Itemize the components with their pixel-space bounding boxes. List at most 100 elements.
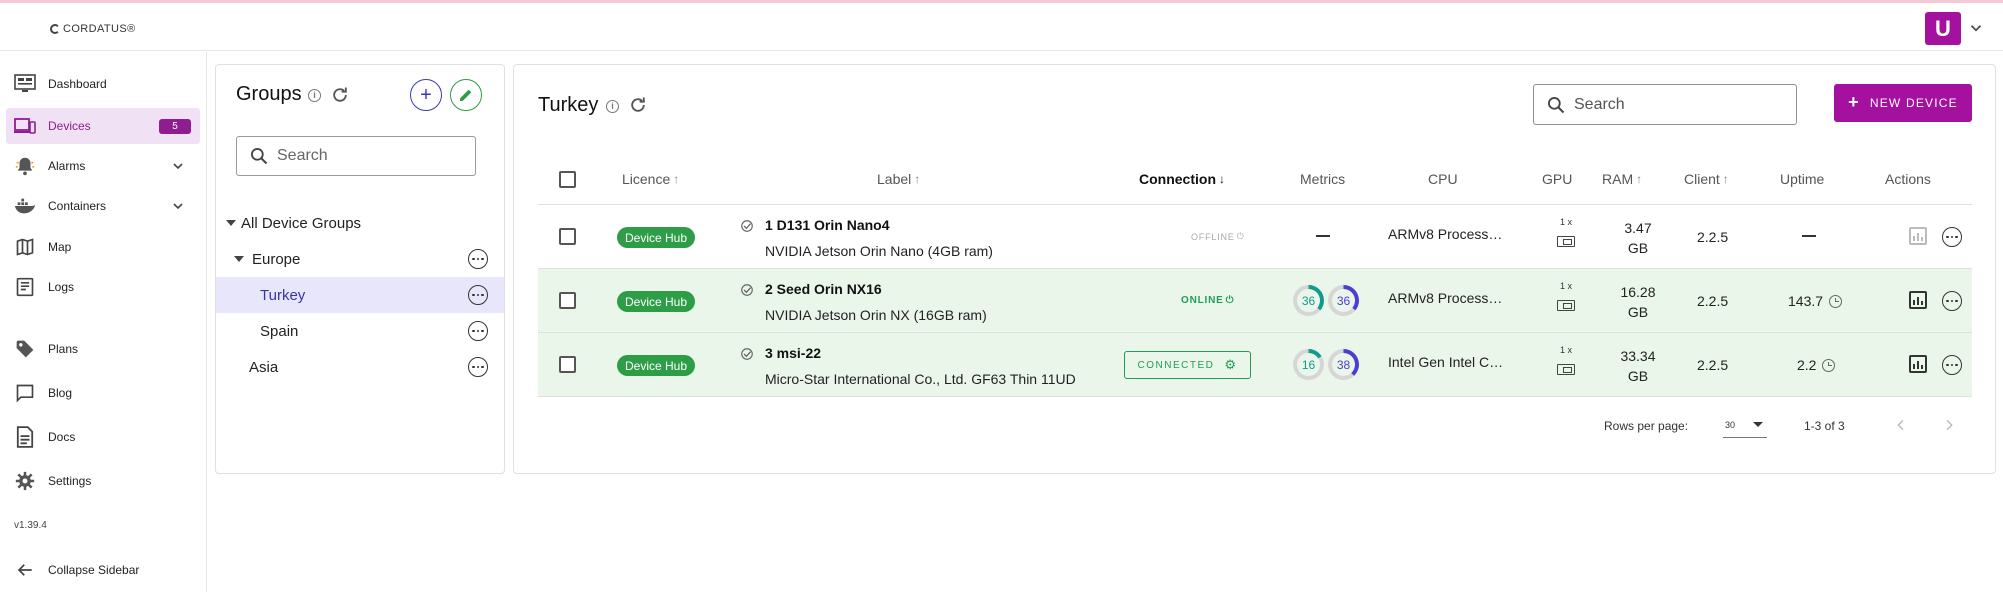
tree-item-spain[interactable]: Spain — [216, 313, 504, 349]
ram-value: 33.34 GB — [1608, 346, 1668, 386]
device-model: Micro-Star International Co., Ltd. GF63 … — [765, 371, 1076, 387]
brand-logo[interactable]: CORDATUS® — [50, 23, 136, 35]
column-header-licence[interactable]: Licence ↑ — [622, 171, 679, 187]
connection-status[interactable]: CONNECTED ⚙ — [1124, 351, 1251, 379]
bar-chart-icon[interactable] — [1909, 355, 1927, 373]
uptime-text: 143.7 — [1788, 293, 1824, 309]
row-checkbox[interactable] — [559, 356, 576, 373]
client-version: 2.2.5 — [1697, 357, 1729, 373]
sidebar-item-map[interactable]: Map — [6, 229, 200, 265]
more-options-icon[interactable] — [468, 285, 488, 305]
ram-unit: GB — [1627, 368, 1649, 384]
devices-count-badge: 5 — [159, 119, 191, 134]
collapse-sidebar-label: Collapse Sidebar — [48, 563, 140, 577]
tree-item-turkey[interactable]: Turkey — [216, 277, 504, 313]
more-options-icon[interactable] — [1942, 291, 1962, 311]
ram-usage-gauge[interactable]: 36 — [1328, 285, 1359, 316]
tree-item-label: Turkey — [260, 286, 306, 304]
plus-icon: + — [420, 83, 432, 106]
brand-name: CORDATUS® — [63, 23, 136, 35]
sidebar-item-label: Plans — [48, 342, 79, 356]
device-name[interactable]: 3 msi-22 — [765, 345, 821, 361]
tree-item-asia[interactable]: Asia — [216, 349, 504, 385]
collapse-sidebar-button[interactable]: Collapse Sidebar — [6, 552, 200, 588]
sidebar-item-label: Map — [48, 240, 72, 254]
edit-groups-button[interactable] — [450, 79, 482, 111]
column-header-ram[interactable]: RAM ↑ — [1602, 171, 1642, 187]
sidebar-item-label: Blog — [48, 386, 73, 400]
tree-item-all-device-groups[interactable]: All Device Groups — [216, 205, 504, 241]
new-device-button[interactable]: + NEW DEVICE — [1834, 84, 1972, 122]
more-options-icon[interactable] — [468, 321, 488, 341]
select-all-checkbox[interactable] — [559, 171, 576, 188]
power-icon: ⏻ — [1225, 295, 1235, 306]
tree-item-europe[interactable]: Europe — [216, 241, 504, 277]
more-options-icon[interactable] — [468, 357, 488, 377]
sidebar-item-label: Settings — [48, 474, 92, 488]
more-options-icon[interactable] — [468, 249, 488, 269]
rows-per-page-select[interactable]: 30 — [1723, 414, 1767, 438]
chevron-down-icon[interactable] — [170, 158, 186, 174]
power-icon: ⏻ — [1236, 231, 1245, 241]
more-options-icon[interactable] — [1942, 227, 1962, 247]
sidebar-item-docs[interactable]: Docs — [6, 419, 200, 455]
chevron-down-icon[interactable] — [170, 198, 186, 214]
connection-status: ONLINE ⏻ — [1181, 295, 1234, 306]
ram-unit: GB — [1627, 304, 1649, 320]
sidebar-item-devices[interactable]: Devices 5 — [6, 108, 200, 144]
sidebar-item-containers[interactable]: Containers — [6, 188, 200, 224]
groups-search-input[interactable]: Search — [236, 136, 476, 176]
refresh-icon[interactable] — [330, 85, 350, 105]
chevron-down-icon[interactable] — [1967, 19, 1985, 37]
sidebar-item-plans[interactable]: Plans — [6, 331, 200, 367]
dashboard-icon — [14, 73, 36, 95]
table-row[interactable]: Device Hub 1 D131 Orin Nano4 NVIDIA Jets… — [538, 205, 1972, 269]
column-header-connection[interactable]: Connection ↓ — [1139, 171, 1225, 187]
tree-item-label: All Device Groups — [241, 214, 362, 232]
clock-icon — [1822, 358, 1836, 372]
rows-per-page-label: Rows per page: — [1604, 419, 1689, 433]
gpu-info: 1 x — [1556, 281, 1576, 311]
column-header-actions: Actions — [1885, 171, 1931, 187]
sidebar-item-label: Logs — [48, 280, 75, 294]
row-checkbox[interactable] — [559, 228, 576, 245]
ram-usage-gauge[interactable]: 38 — [1328, 349, 1359, 380]
column-label: Metrics — [1300, 171, 1346, 187]
ram-amount: 33.34 — [1620, 348, 1656, 364]
add-group-button[interactable]: + — [410, 79, 442, 111]
cpu-value: ARMv8 Processor rev 1 (v8l) — [1388, 290, 1508, 306]
cpu-usage-gauge[interactable]: 16 — [1293, 349, 1324, 380]
sidebar-item-alarms[interactable]: Alarms — [6, 148, 200, 184]
bar-chart-icon[interactable] — [1909, 291, 1927, 309]
sidebar-item-settings[interactable]: Settings — [6, 463, 200, 499]
sidebar-item-logs[interactable]: Logs — [6, 269, 200, 305]
column-label: Uptime — [1780, 171, 1825, 187]
sidebar-item-dashboard[interactable]: Dashboard — [6, 66, 200, 102]
devices-search-input[interactable]: Search — [1533, 84, 1797, 125]
expand-arrow-icon[interactable] — [226, 220, 236, 226]
device-name[interactable]: 1 D131 Orin Nano4 — [765, 217, 890, 233]
device-name[interactable]: 2 Seed Orin NX16 — [765, 281, 882, 297]
user-avatar[interactable]: U — [1925, 12, 1961, 45]
gear-icon — [14, 470, 36, 492]
sidebar-item-blog[interactable]: Blog — [6, 375, 200, 411]
column-header-label[interactable]: Label ↑ — [877, 171, 920, 187]
cpu-value: Intel Gen Intel Core i7 — [1388, 354, 1508, 370]
expand-arrow-icon[interactable] — [234, 256, 244, 262]
cpu-usage-gauge[interactable]: 36 — [1293, 285, 1324, 316]
previous-page-icon[interactable] — [1893, 417, 1909, 433]
row-checkbox[interactable] — [559, 292, 576, 309]
uptime-value: 143.7 — [1788, 293, 1843, 309]
table-row[interactable]: Device Hub 2 Seed Orin NX16 NVIDIA Jetso… — [538, 269, 1972, 333]
info-icon[interactable]: i — [308, 89, 321, 102]
table-row[interactable]: Device Hub 3 msi-22 Micro-Star Internati… — [538, 333, 1972, 397]
refresh-icon[interactable] — [628, 95, 648, 115]
pencil-icon — [460, 89, 472, 101]
next-page-icon[interactable] — [1941, 417, 1957, 433]
info-icon[interactable]: i — [606, 100, 619, 113]
sidebar-item-label: Alarms — [48, 159, 86, 173]
bar-chart-icon[interactable] — [1909, 227, 1927, 245]
more-options-icon[interactable] — [1942, 355, 1962, 375]
new-device-label: NEW DEVICE — [1869, 96, 1958, 110]
column-header-client[interactable]: Client ↑ — [1684, 171, 1729, 187]
